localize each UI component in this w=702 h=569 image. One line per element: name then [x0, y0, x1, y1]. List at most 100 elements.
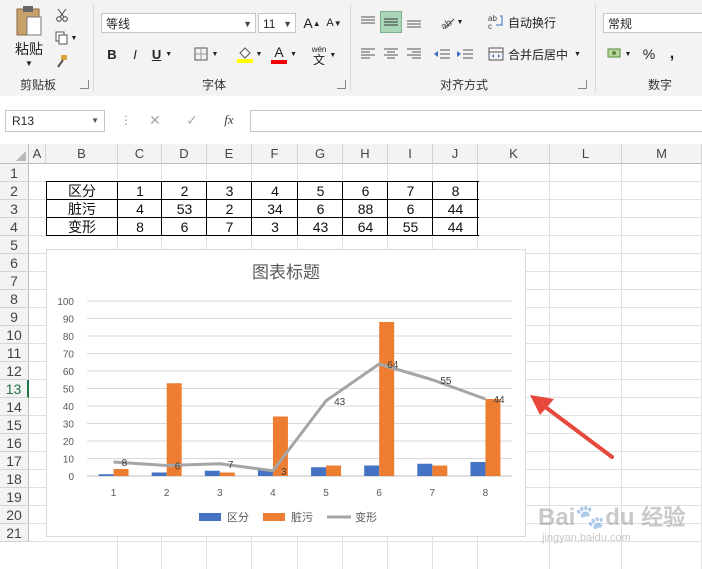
table-cell[interactable]: 7 [207, 218, 252, 236]
row-header-19[interactable]: 19 [0, 488, 29, 506]
row-header-14[interactable]: 14 [0, 398, 29, 416]
select-all-corner[interactable] [0, 144, 29, 164]
table-cell[interactable]: 4 [252, 182, 298, 200]
column-header-l[interactable]: L [550, 144, 622, 164]
phonetic-button[interactable]: wén 文 ▼ [306, 42, 342, 68]
row-header-12[interactable]: 12 [0, 362, 29, 380]
table-cell[interactable]: 7 [388, 182, 433, 200]
underline-button[interactable]: U ▼ [147, 44, 177, 64]
column-header-m[interactable]: M [622, 144, 702, 164]
row-header-13[interactable]: 13 [0, 380, 29, 398]
row-header-3[interactable]: 3 [0, 200, 29, 218]
table-cell[interactable]: 44 [433, 218, 478, 236]
row-header-20[interactable]: 20 [0, 506, 29, 524]
row-header-16[interactable]: 16 [0, 434, 29, 452]
table-cell[interactable]: 6 [388, 200, 433, 218]
column-header-b[interactable]: B [46, 144, 118, 164]
table-row-label[interactable]: 区分 [46, 182, 118, 200]
table-cell[interactable]: 34 [252, 200, 298, 218]
formula-input[interactable] [250, 110, 702, 132]
column-header-h[interactable]: H [343, 144, 388, 164]
font-launcher-icon[interactable] [337, 80, 346, 89]
table-cell[interactable]: 6 [343, 182, 388, 200]
italic-button[interactable]: I [126, 44, 144, 64]
table-cell[interactable]: 53 [162, 200, 207, 218]
column-header-e[interactable]: E [207, 144, 252, 164]
row-header-10[interactable]: 10 [0, 326, 29, 344]
column-header-d[interactable]: D [162, 144, 207, 164]
row-header-9[interactable]: 9 [0, 308, 29, 326]
align-bottom-button[interactable] [404, 11, 424, 33]
font-name-combo[interactable]: 等线 ▼ [101, 13, 256, 33]
table-cell[interactable]: 2 [162, 182, 207, 200]
align-right-button[interactable] [404, 44, 424, 64]
row-header-8[interactable]: 8 [0, 290, 29, 308]
borders-button[interactable]: ▼ [190, 44, 222, 64]
column-header-k[interactable]: K [478, 144, 550, 164]
table-cell[interactable]: 44 [433, 200, 478, 218]
enter-button[interactable]: ✓ [182, 112, 202, 130]
font-size-combo[interactable]: 11 ▼ [258, 13, 296, 33]
column-header-f[interactable]: F [252, 144, 298, 164]
table-cell[interactable]: 64 [343, 218, 388, 236]
row-header-2[interactable]: 2 [0, 182, 29, 200]
column-header-g[interactable]: G [298, 144, 343, 164]
orientation-button[interactable]: ab ▼ [434, 11, 468, 33]
align-left-button[interactable] [358, 44, 378, 64]
cancel-button[interactable]: ✕ [145, 112, 165, 130]
row-header-5[interactable]: 5 [0, 236, 29, 254]
align-top-button[interactable] [358, 11, 378, 33]
row-header-4[interactable]: 4 [0, 218, 29, 236]
decrease-indent-button[interactable] [432, 44, 452, 64]
table-cell[interactable]: 4 [118, 200, 162, 218]
column-header-j[interactable]: J [433, 144, 478, 164]
row-header-18[interactable]: 18 [0, 470, 29, 488]
column-header-i[interactable]: I [388, 144, 433, 164]
row-header-15[interactable]: 15 [0, 416, 29, 434]
align-middle-button[interactable] [380, 11, 402, 33]
table-cell[interactable]: 5 [298, 182, 343, 200]
table-cell[interactable]: 8 [118, 218, 162, 236]
row-header-11[interactable]: 11 [0, 344, 29, 362]
font-color-button[interactable]: A ▼ [268, 42, 300, 66]
row-header-1[interactable]: 1 [0, 164, 29, 182]
column-header-a[interactable]: A [29, 144, 46, 164]
shrink-font-button[interactable]: A ▼ [324, 13, 344, 33]
wrap-text-button[interactable]: ab c 自动换行 [488, 11, 568, 33]
percent-style-button[interactable]: % [640, 44, 658, 64]
alignment-launcher-icon[interactable] [578, 80, 587, 89]
clipboard-launcher-icon[interactable] [80, 80, 89, 89]
bold-button[interactable]: B [103, 44, 121, 64]
copy-button[interactable]: ▼ [52, 29, 80, 47]
fill-color-button[interactable]: ▼ [232, 42, 266, 66]
table-cell[interactable]: 3 [207, 182, 252, 200]
name-box[interactable]: R13 ▼ [5, 110, 105, 132]
table-cell[interactable]: 55 [388, 218, 433, 236]
comma-style-button[interactable]: , [664, 44, 680, 64]
format-painter-button[interactable] [52, 52, 72, 70]
table-cell[interactable]: 43 [298, 218, 343, 236]
table-cell[interactable]: 3 [252, 218, 298, 236]
table-row-label[interactable]: 变形 [46, 218, 118, 236]
align-center-button[interactable] [381, 44, 401, 64]
grow-font-button[interactable]: A ▲ [302, 13, 322, 33]
table-cell[interactable]: 6 [162, 218, 207, 236]
row-header-7[interactable]: 7 [0, 272, 29, 290]
table-cell[interactable]: 1 [118, 182, 162, 200]
table-cell[interactable]: 6 [298, 200, 343, 218]
merge-center-button[interactable]: 合并后居中 ▼ [488, 44, 588, 64]
paste-button[interactable]: 粘贴 ▼ [10, 4, 48, 68]
row-header-6[interactable]: 6 [0, 254, 29, 272]
number-format-combo[interactable]: 常规 [603, 13, 702, 33]
table-cell[interactable]: 8 [433, 182, 478, 200]
chart[interactable]: 图表标题 0 10 20 30 40 50 60 70 80 90 100 1 2 3 4 5 6 7 8 8 6 7 3 43… [46, 249, 526, 537]
row-header-17[interactable]: 17 [0, 452, 29, 470]
column-header-c[interactable]: C [118, 144, 162, 164]
increase-indent-button[interactable] [455, 44, 475, 64]
cut-button[interactable] [52, 6, 72, 24]
table-cell[interactable]: 88 [343, 200, 388, 218]
table-row-label[interactable]: 脏污 [46, 200, 118, 218]
table-cell[interactable]: 2 [207, 200, 252, 218]
insert-function-button[interactable]: fx [218, 112, 240, 130]
row-header-21[interactable]: 21 [0, 524, 29, 542]
